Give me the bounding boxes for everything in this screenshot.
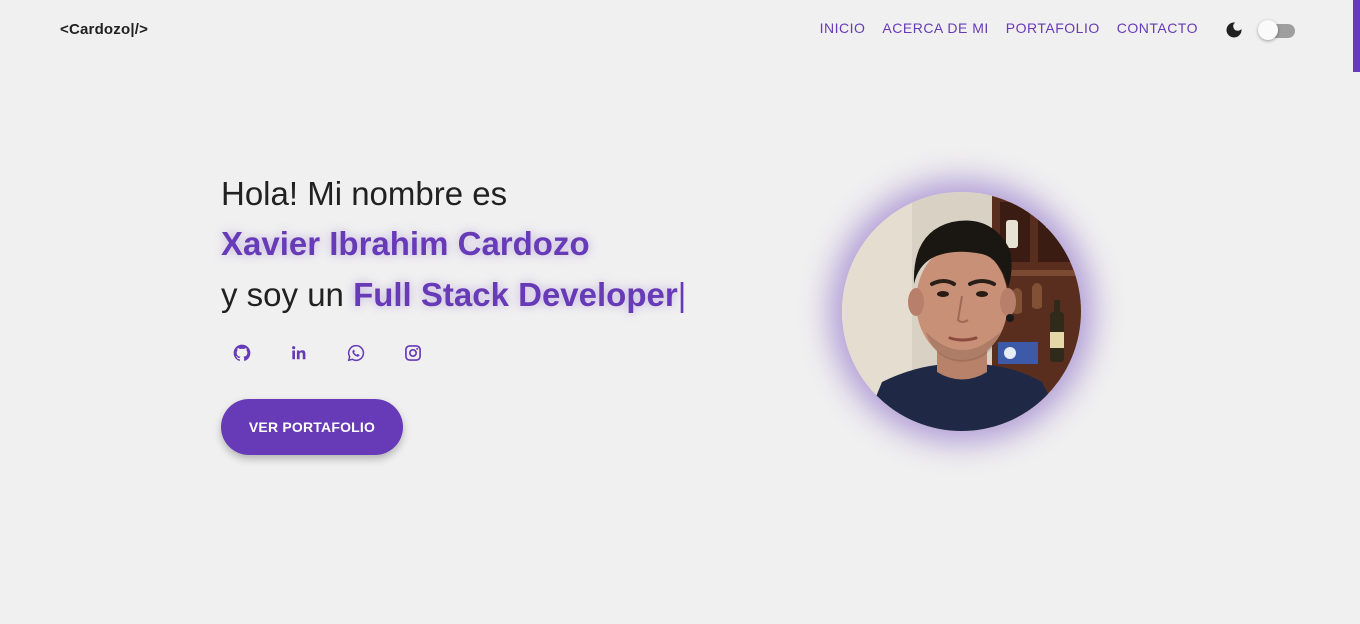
moon-icon	[1226, 22, 1242, 38]
navbar: <Cardozo|/> INICIO ACERCA DE MI PORTAFOL…	[0, 0, 1353, 62]
hero-role-line: y soy un Full Stack Developer|	[221, 275, 686, 315]
theme-toggle	[1224, 20, 1295, 40]
scrollbar-thumb[interactable]	[1353, 0, 1360, 72]
logo[interactable]: <Cardozo|/>	[60, 21, 148, 38]
whatsapp-icon	[347, 344, 365, 362]
hero-greeting: Hola! Mi nombre es	[221, 175, 508, 212]
typing-cursor: |	[677, 276, 687, 313]
hero-role-prefix: y soy un	[221, 276, 354, 313]
profile-photo-illustration	[842, 192, 1081, 431]
instagram-button[interactable]	[393, 333, 433, 373]
linkedin-button[interactable]	[279, 333, 319, 373]
nav-link-inicio[interactable]: INICIO	[820, 20, 866, 36]
instagram-icon	[405, 345, 421, 361]
dark-mode-switch[interactable]	[1258, 20, 1295, 40]
hero-role: Full Stack Developer	[353, 276, 678, 313]
linkedin-icon	[292, 346, 306, 360]
switch-thumb[interactable]	[1258, 20, 1278, 40]
page: <Cardozo|/> INICIO ACERCA DE MI PORTAFOL…	[0, 0, 1360, 624]
view-portfolio-button[interactable]: VER PORTAFOLIO	[221, 399, 403, 455]
hero-name: Xavier Ibrahim Cardozo	[221, 225, 590, 262]
github-icon	[233, 344, 251, 361]
whatsapp-button[interactable]	[336, 333, 376, 373]
nav-link-acerca-de-mi[interactable]: ACERCA DE MI	[882, 20, 988, 36]
social-links	[222, 333, 433, 373]
profile-photo	[842, 192, 1081, 431]
github-button[interactable]	[222, 333, 262, 373]
nav-link-contacto[interactable]: CONTACTO	[1117, 20, 1198, 36]
nav-links: INICIO ACERCA DE MI PORTAFOLIO CONTACTO	[820, 20, 1198, 36]
nav-link-portafolio[interactable]: PORTAFOLIO	[1006, 20, 1100, 36]
